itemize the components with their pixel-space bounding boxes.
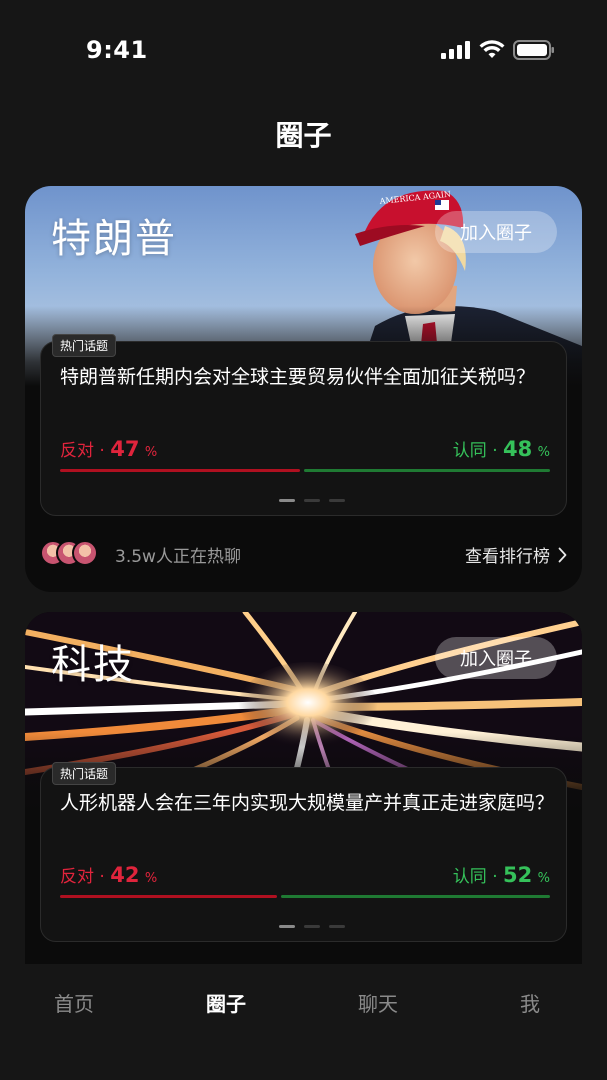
agree-vote[interactable]: 认同 · 52 %	[453, 862, 550, 887]
carousel-dot[interactable]	[279, 925, 295, 928]
view-ranking-link[interactable]: 查看排行榜	[465, 542, 567, 567]
vote-row: 反对 · 42 % 认同 · 52 %	[60, 862, 550, 887]
online-count-text: 3.5w人正在热聊	[115, 547, 241, 567]
against-value: 42	[110, 863, 140, 887]
cellular-signal-icon	[441, 41, 470, 59]
agree-value: 48	[503, 437, 533, 461]
carousel-dot[interactable]	[304, 925, 320, 928]
against-vote[interactable]: 反对 · 42 %	[60, 862, 157, 887]
against-progress-bar	[60, 469, 300, 472]
vote-row: 反对 · 47 % 认同 · 48 %	[60, 436, 550, 461]
against-value: 47	[110, 437, 140, 461]
hot-topic-tag: 热门话题	[52, 762, 117, 785]
join-circle-button[interactable]: 加入圈子	[435, 637, 557, 679]
avatar	[72, 540, 98, 566]
carousel-dots	[279, 499, 345, 502]
wifi-icon	[479, 40, 505, 58]
bottom-tab-bar: 首页 圈子 聊天 我	[0, 964, 607, 1080]
circle-card-trump[interactable]: AMERICA AGAIN 特朗普 加入圈子 特朗普新任期内会对全球主要贸易伙伴…	[25, 186, 582, 592]
join-circle-button[interactable]: 加入圈子	[435, 211, 557, 253]
status-time: 9:41	[86, 36, 148, 64]
carousel-dot[interactable]	[329, 925, 345, 928]
card-footer: 3.5w人正在热聊 查看排行榜	[40, 538, 567, 570]
battery-icon	[513, 40, 554, 60]
percent-sign: %	[537, 871, 550, 886]
percent-sign: %	[537, 445, 550, 460]
against-label: 反对	[60, 441, 94, 461]
agree-progress-bar	[281, 895, 550, 898]
hot-topic-panel[interactable]: 人形机器人会在三年内实现大规模量产并真正走进家庭吗？ 反对 · 42 % 认同 …	[40, 767, 567, 942]
against-label: 反对	[60, 867, 94, 887]
circle-name: 特朗普	[51, 216, 177, 262]
against-vote[interactable]: 反对 · 47 %	[60, 436, 157, 461]
tab-circles[interactable]: 圈子	[206, 988, 246, 1017]
carousel-dots	[279, 925, 345, 928]
avatar-stack	[40, 540, 98, 566]
circle-card-tech[interactable]: 科技 加入圈子 人形机器人会在三年内实现大规模量产并真正走进家庭吗？ 反对 · …	[25, 612, 582, 964]
topic-question: 特朗普新任期内会对全球主要贸易伙伴全面加征关税吗？	[60, 366, 536, 388]
percent-sign: %	[144, 871, 158, 886]
tab-home[interactable]: 首页	[54, 988, 94, 1017]
status-bar: 9:41	[0, 0, 607, 100]
carousel-dot[interactable]	[304, 499, 320, 502]
against-progress-bar	[60, 895, 277, 898]
agree-label: 认同	[452, 441, 487, 461]
percent-sign: %	[144, 445, 158, 460]
circle-name: 科技	[51, 642, 135, 688]
agree-progress-bar	[304, 469, 550, 472]
tab-chat[interactable]: 聊天	[358, 988, 398, 1017]
topic-question: 人形机器人会在三年内实现大规模量产并真正走进家庭吗？	[60, 792, 555, 814]
agree-vote[interactable]: 认同 · 48 %	[453, 436, 550, 461]
hot-topic-panel[interactable]: 特朗普新任期内会对全球主要贸易伙伴全面加征关税吗？ 反对 · 47 % 认同 ·…	[40, 341, 567, 516]
agree-value: 52	[503, 863, 533, 887]
carousel-dot[interactable]	[279, 499, 295, 502]
view-ranking-label: 查看排行榜	[465, 547, 550, 567]
page-title: 圈子	[275, 119, 332, 152]
status-icons	[441, 40, 555, 60]
carousel-dot[interactable]	[329, 499, 345, 502]
tab-me[interactable]: 我	[520, 988, 540, 1017]
agree-label: 认同	[452, 867, 487, 887]
hot-topic-tag: 热门话题	[52, 334, 117, 357]
chevron-right-icon	[558, 547, 567, 562]
